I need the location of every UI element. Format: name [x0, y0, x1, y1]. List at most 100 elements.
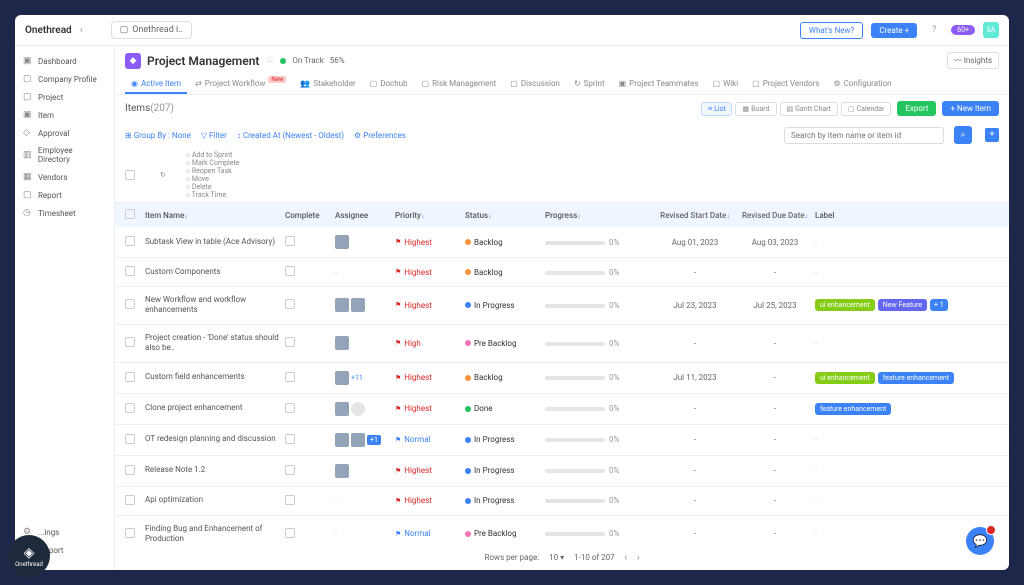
insights-button[interactable]: 〰 Insights [947, 52, 999, 69]
tab-item[interactable]: ▢Dochub [364, 75, 414, 94]
item-name[interactable]: Clone project enhancement [145, 403, 285, 413]
assignee-avatar[interactable] [335, 464, 349, 478]
tab-item[interactable]: ▢Project Vendors [746, 75, 825, 94]
tab-item[interactable]: ▢Risk Management [416, 75, 503, 94]
bulk-action[interactable]: ○ Track Time [186, 191, 240, 199]
tab-item[interactable]: ▢Discussion [504, 75, 566, 94]
sidebar-item[interactable]: ▦Vendors [15, 168, 114, 186]
filter-button[interactable]: ▽ Filter [201, 131, 227, 140]
sidebar-item[interactable]: ▢Report [15, 186, 114, 204]
view-board-button[interactable]: ▦ Board [735, 102, 776, 116]
label-tag[interactable]: feature enhancement [815, 403, 891, 415]
item-name[interactable]: Custom field enhancements [145, 372, 285, 382]
sidebar-item[interactable]: ▢Company Profile [15, 70, 114, 88]
tab-item[interactable]: ⇄Project WorkflowNew [189, 75, 292, 94]
row-checkbox[interactable] [125, 465, 135, 475]
select-all-checkbox[interactable] [125, 170, 135, 180]
favorite-star-icon[interactable]: ☆ [265, 55, 274, 66]
chat-button[interactable]: 💬 [966, 527, 994, 555]
item-name[interactable]: Subtask View in table (Ace Advisory) [145, 237, 285, 247]
row-checkbox[interactable] [125, 337, 135, 347]
user-avatar[interactable]: SA [983, 22, 999, 38]
complete-checkbox[interactable] [285, 403, 295, 413]
help-icon[interactable]: ? [925, 21, 943, 39]
assignee-avatar[interactable] [351, 298, 365, 312]
col-status[interactable]: Status↓ [465, 211, 545, 220]
view-list-button[interactable]: ≡ List [701, 102, 732, 116]
preferences-button[interactable]: ⚙ Preferences [354, 131, 406, 140]
add-column-button[interactable]: + [985, 128, 999, 142]
complete-checkbox[interactable] [285, 434, 295, 444]
view-gantt-button[interactable]: ▤ Gantt Chart [780, 102, 838, 116]
row-checkbox[interactable] [125, 403, 135, 413]
whats-new-button[interactable]: What's New? [800, 22, 863, 39]
bulk-action[interactable]: ○ Mark Complete [186, 159, 240, 167]
table-row[interactable]: Custom field enhancements +11 ⚑Highest B… [115, 363, 1009, 394]
sidebar-item[interactable]: ◇Approval [15, 124, 114, 142]
table-row[interactable]: Subtask View in table (Ace Advisory) ⚑Hi… [115, 227, 1009, 258]
prev-page-icon[interactable]: ‹ [625, 553, 627, 562]
label-tag[interactable]: feature enhancement [878, 372, 954, 384]
table-row[interactable]: Project creation - 'Done' status should … [115, 325, 1009, 363]
table-row[interactable]: New Workflow and workflow enhancements ⚑… [115, 287, 1009, 325]
assignee-avatar[interactable] [351, 433, 365, 447]
bulk-action[interactable]: ○ Reopen Task [186, 167, 240, 175]
table-row[interactable]: Api optimization - ⚑Highest In Progress … [115, 487, 1009, 516]
item-name[interactable]: Custom Components [145, 267, 285, 277]
next-page-icon[interactable]: › [637, 553, 639, 562]
label-tag[interactable]: ui enhancement [815, 299, 875, 311]
table-row[interactable]: Clone project enhancement ⚑Highest Done … [115, 394, 1009, 425]
row-checkbox[interactable] [125, 299, 135, 309]
header-checkbox[interactable] [125, 209, 135, 219]
col-name[interactable]: Item Name↓ [145, 211, 285, 220]
sidebar-item[interactable]: ▣Dashboard [15, 52, 114, 70]
col-label[interactable]: Label [815, 211, 999, 220]
notification-badge[interactable]: 60+ [951, 25, 975, 35]
tab-item[interactable]: 👥Stakeholder [294, 75, 361, 94]
assignee-avatar[interactable] [335, 433, 349, 447]
sort-button[interactable]: ↕ Created At (Newest - Oldest) [237, 131, 344, 140]
search-input[interactable] [784, 127, 944, 144]
complete-checkbox[interactable] [285, 495, 295, 505]
rows-per-page-select[interactable]: 10 ▾ [549, 553, 564, 562]
tab-item[interactable]: ⚙Configuration [827, 75, 897, 94]
item-name[interactable]: Finding Bug and Enhancement of Productio… [145, 524, 285, 545]
col-progress[interactable]: Progress↓ [545, 211, 655, 220]
label-tag[interactable]: + 1 [930, 299, 948, 311]
complete-checkbox[interactable] [285, 337, 295, 347]
item-name[interactable]: Api optimization [145, 495, 285, 505]
reload-icon[interactable]: ↻ [160, 171, 166, 179]
item-name[interactable]: Release Note 1.2 [145, 465, 285, 475]
col-complete[interactable]: Complete [285, 211, 335, 220]
export-button[interactable]: Export [897, 101, 936, 116]
complete-checkbox[interactable] [285, 465, 295, 475]
search-icon[interactable]: ⌕ [954, 126, 972, 144]
sidebar-item[interactable]: ▣Item [15, 106, 114, 124]
assignee-avatar[interactable] [351, 402, 365, 416]
complete-checkbox[interactable] [285, 236, 295, 246]
tab-item[interactable]: ↻Sprint [568, 75, 611, 94]
sidebar-item[interactable]: ◷Timesheet [15, 204, 114, 222]
bulk-action[interactable]: ○ Move [186, 175, 240, 183]
group-by-button[interactable]: ⊞ Group By : None [125, 131, 191, 140]
tab-item[interactable]: ▢Wiki [707, 75, 745, 94]
tab-item[interactable]: ◉Active Item [125, 75, 187, 94]
table-row[interactable]: Custom Components - ⚑Highest Backlog 0% … [115, 258, 1009, 287]
col-assignee[interactable]: Assignee [335, 211, 395, 220]
assignee-avatar[interactable] [335, 298, 349, 312]
bulk-action[interactable]: ○ Delete [186, 183, 240, 191]
col-priority[interactable]: Priority↓ [395, 211, 465, 220]
sidebar-item[interactable]: ▢Project [15, 88, 114, 106]
assignee-avatar[interactable] [335, 402, 349, 416]
assignee-more[interactable]: +1 [367, 435, 381, 445]
company-selector[interactable]: ▢ Onethread i.. [111, 21, 192, 39]
row-checkbox[interactable] [125, 372, 135, 382]
tab-item[interactable]: ▣Project Teammates [613, 75, 705, 94]
item-name[interactable]: OT redesign planning and discussion [145, 434, 285, 444]
collapse-sidebar-icon[interactable]: ‹ [80, 25, 83, 36]
col-start[interactable]: Revised Start Date↓ [655, 211, 735, 220]
row-checkbox[interactable] [125, 266, 135, 276]
complete-checkbox[interactable] [285, 528, 295, 538]
table-row[interactable]: Release Note 1.2 ⚑Highest In Progress 0%… [115, 456, 1009, 487]
new-item-button[interactable]: + New Item [942, 101, 999, 116]
